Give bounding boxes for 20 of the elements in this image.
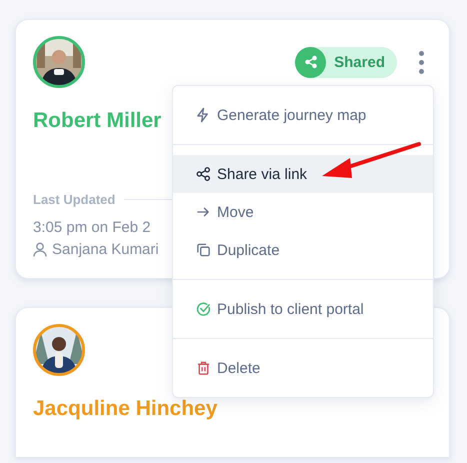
menu-item[interactable]: Share via link xyxy=(173,155,433,193)
share-icon xyxy=(295,46,326,78)
menu-item[interactable]: Delete xyxy=(173,349,433,387)
share-icon xyxy=(196,166,211,182)
menu-item[interactable]: Move xyxy=(173,193,433,231)
updated-by: Sanjana Kumari xyxy=(52,241,159,258)
updated-time: 3:05 pm on Feb 2 xyxy=(33,219,152,236)
shared-badge: Shared xyxy=(295,46,397,78)
check-circle-icon xyxy=(196,301,211,317)
last-updated-label: Last Updated xyxy=(33,192,116,207)
copy-icon xyxy=(196,242,211,258)
client-name: Jacquline Hinchey xyxy=(33,397,218,421)
lightning-icon xyxy=(196,107,211,123)
user-icon xyxy=(33,242,47,257)
client-name: Robert Miller xyxy=(33,109,162,133)
menu-item[interactable]: Generate journey map xyxy=(173,96,433,134)
menu-item[interactable]: Publish to client portal xyxy=(173,290,433,328)
menu-item[interactable]: Duplicate xyxy=(173,231,433,269)
more-options-icon[interactable] xyxy=(419,50,424,74)
trash-icon xyxy=(196,360,211,376)
